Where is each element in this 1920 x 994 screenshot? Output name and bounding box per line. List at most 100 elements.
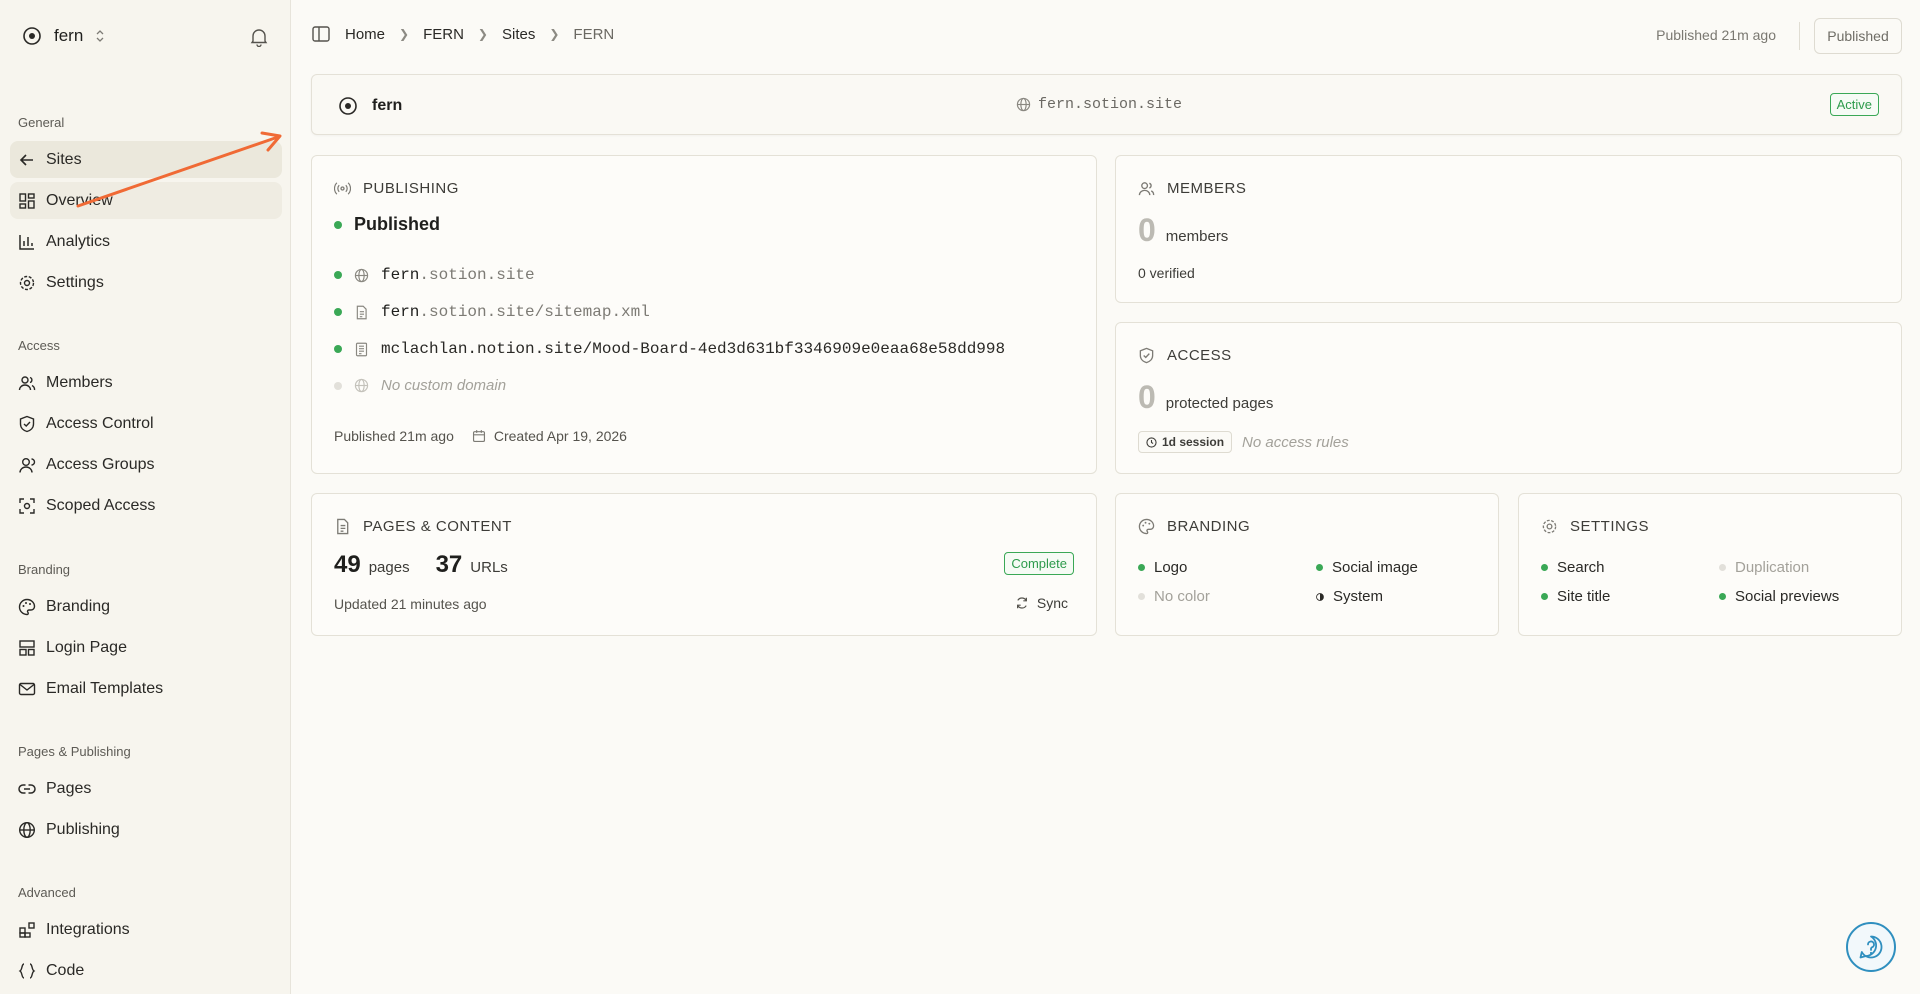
status-dot-off — [334, 381, 342, 390]
palette-icon — [18, 598, 36, 615]
sync-button[interactable]: Sync — [1015, 595, 1068, 611]
status-dot — [334, 345, 342, 353]
setting-label: Duplication — [1735, 559, 1810, 576]
status-badge: Complete — [1004, 552, 1074, 575]
url-rest: .sotion.site/sitemap.xml — [419, 303, 650, 321]
site-domain-link[interactable]: fern.sotion.site — [1016, 96, 1182, 113]
sidebar-item-publishing[interactable]: Publishing — [10, 811, 282, 848]
breadcrumb-fern[interactable]: FERN — [423, 26, 464, 43]
globe-icon — [354, 378, 369, 393]
sidebar-item-login-page[interactable]: Login Page — [10, 629, 282, 666]
members-card[interactable]: MEMBERS 0 members 0 verified — [1115, 155, 1902, 303]
target-icon — [339, 97, 357, 115]
workspace-name: fern — [54, 26, 84, 45]
card-title-text: PUBLISHING — [363, 180, 459, 197]
url-host: mclachlan.notion.site/Mood-Board-4ed3d63… — [381, 340, 1006, 358]
created-date: Created Apr 19, 2026 — [493, 428, 627, 444]
workspace-switcher[interactable]: fern — [22, 26, 105, 46]
branding-theme: System — [1316, 588, 1383, 605]
help-chat-button[interactable] — [1846, 922, 1896, 972]
publish-status-text: Published — [354, 214, 441, 234]
settings-card[interactable]: SETTINGS Search Duplication Site title S… — [1518, 493, 1902, 636]
help-chat-icon — [1859, 935, 1883, 959]
sidebar-item-access-control[interactable]: Access Control — [10, 405, 282, 442]
sidebar-item-settings[interactable]: Settings — [10, 264, 282, 301]
blocks-icon — [19, 921, 35, 938]
access-meta: 1d session No access rules — [1138, 431, 1349, 453]
status-badge: Active — [1829, 93, 1879, 116]
sidebar-item-analytics[interactable]: Analytics — [10, 223, 282, 260]
publish-meta: Published 21m ago Created Apr 19, 2026 — [334, 428, 627, 444]
publish-url-row[interactable]: fern.sotion.site — [334, 266, 535, 284]
notifications-button[interactable] — [250, 27, 268, 47]
access-card[interactable]: ACCESS 0 protected pages 1d session No a… — [1115, 322, 1902, 474]
sidebar-item-label: Access Groups — [46, 455, 155, 473]
branding-item-label: System — [1333, 588, 1384, 605]
site-bar: fern fern.sotion.site Active — [311, 74, 1902, 135]
publish-status: Published — [334, 214, 440, 235]
setting-site-title: Site title — [1541, 588, 1610, 605]
updated-time: Updated 21 minutes ago — [334, 596, 487, 612]
sidebar-item-label: Login Page — [46, 638, 127, 656]
grid-icon — [19, 192, 35, 209]
members-verified: 0 verified — [1138, 265, 1195, 281]
users-icon — [1138, 182, 1155, 196]
sidebar-item-access-groups[interactable]: Access Groups — [10, 446, 282, 483]
url-rest: .sotion.site — [419, 266, 535, 284]
publish-url-row[interactable]: fern.sotion.site/sitemap.xml — [334, 303, 650, 321]
branding-social-image: Social image — [1316, 559, 1418, 576]
divider — [1799, 22, 1800, 50]
braces-icon — [18, 962, 36, 979]
session-badge: 1d session — [1138, 431, 1233, 453]
card-title-text: BRANDING — [1167, 518, 1251, 535]
sidebar-item-label: Integrations — [46, 920, 130, 938]
section-label-pages-publishing: Pages & Publishing — [18, 744, 131, 759]
site-name: fern — [372, 97, 403, 114]
sidebar-item-pages[interactable]: Pages — [10, 770, 282, 807]
shield-icon — [19, 415, 35, 432]
scope-icon — [19, 497, 35, 514]
sidebar-item-scoped-access[interactable]: Scoped Access — [10, 487, 282, 524]
published-button[interactable]: Published — [1814, 18, 1902, 54]
globe-icon — [354, 268, 369, 282]
pages-content-card[interactable]: PAGES & CONTENT 49 pages 37 URLs Complet… — [311, 493, 1097, 636]
url-host: fern — [381, 303, 420, 321]
card-title: PAGES & CONTENT — [334, 518, 512, 535]
sidebar-item-label: Branding — [46, 597, 111, 615]
status-dot — [334, 308, 342, 316]
gear-icon — [19, 275, 35, 290]
status-dot — [334, 220, 342, 229]
card-title: MEMBERS — [1138, 180, 1246, 197]
sidebar-item-code[interactable]: Code — [10, 952, 282, 989]
section-label-general: General — [18, 115, 65, 130]
urls-count: 37 — [435, 551, 463, 578]
branding-card[interactable]: BRANDING Logo Social image No color Syst… — [1115, 493, 1499, 636]
branding-color: No color — [1138, 588, 1210, 605]
sidebar-item-sites[interactable]: Sites — [10, 141, 282, 178]
access-rules: No access rules — [1242, 433, 1349, 451]
breadcrumb-sites[interactable]: Sites — [502, 26, 535, 43]
sidebar-item-integrations[interactable]: Integrations — [10, 911, 282, 948]
branding-logo: Logo — [1138, 559, 1187, 576]
card-title: SETTINGS — [1541, 518, 1649, 535]
publish-url-row[interactable]: mclachlan.notion.site/Mood-Board-4ed3d63… — [334, 340, 1005, 358]
top-bar: Home ❯ FERN ❯ Sites ❯ FERN Published 21m… — [291, 0, 1920, 72]
link-icon — [18, 783, 36, 794]
calendar-icon — [472, 430, 485, 443]
gear-icon — [1542, 519, 1557, 534]
sidebar-item-overview[interactable]: Overview — [10, 182, 282, 219]
sidebar-item-label: Access Control — [46, 414, 154, 432]
sidebar-toggle-icon[interactable] — [311, 24, 331, 44]
status-dot — [1541, 593, 1548, 600]
status-dot — [1138, 564, 1145, 571]
breadcrumb-home[interactable]: Home — [345, 26, 385, 43]
sidebar-item-members[interactable]: Members — [10, 364, 282, 401]
breadcrumb: Home ❯ FERN ❯ Sites ❯ FERN — [311, 24, 614, 44]
branding-item-label: Logo — [1154, 559, 1188, 576]
status-dot-off — [1138, 593, 1145, 600]
globe-icon — [1016, 97, 1031, 112]
setting-label: Search — [1557, 559, 1605, 576]
sidebar-item-email-templates[interactable]: Email Templates — [10, 670, 282, 707]
sidebar-item-branding[interactable]: Branding — [10, 588, 282, 625]
bell-icon — [250, 29, 268, 47]
